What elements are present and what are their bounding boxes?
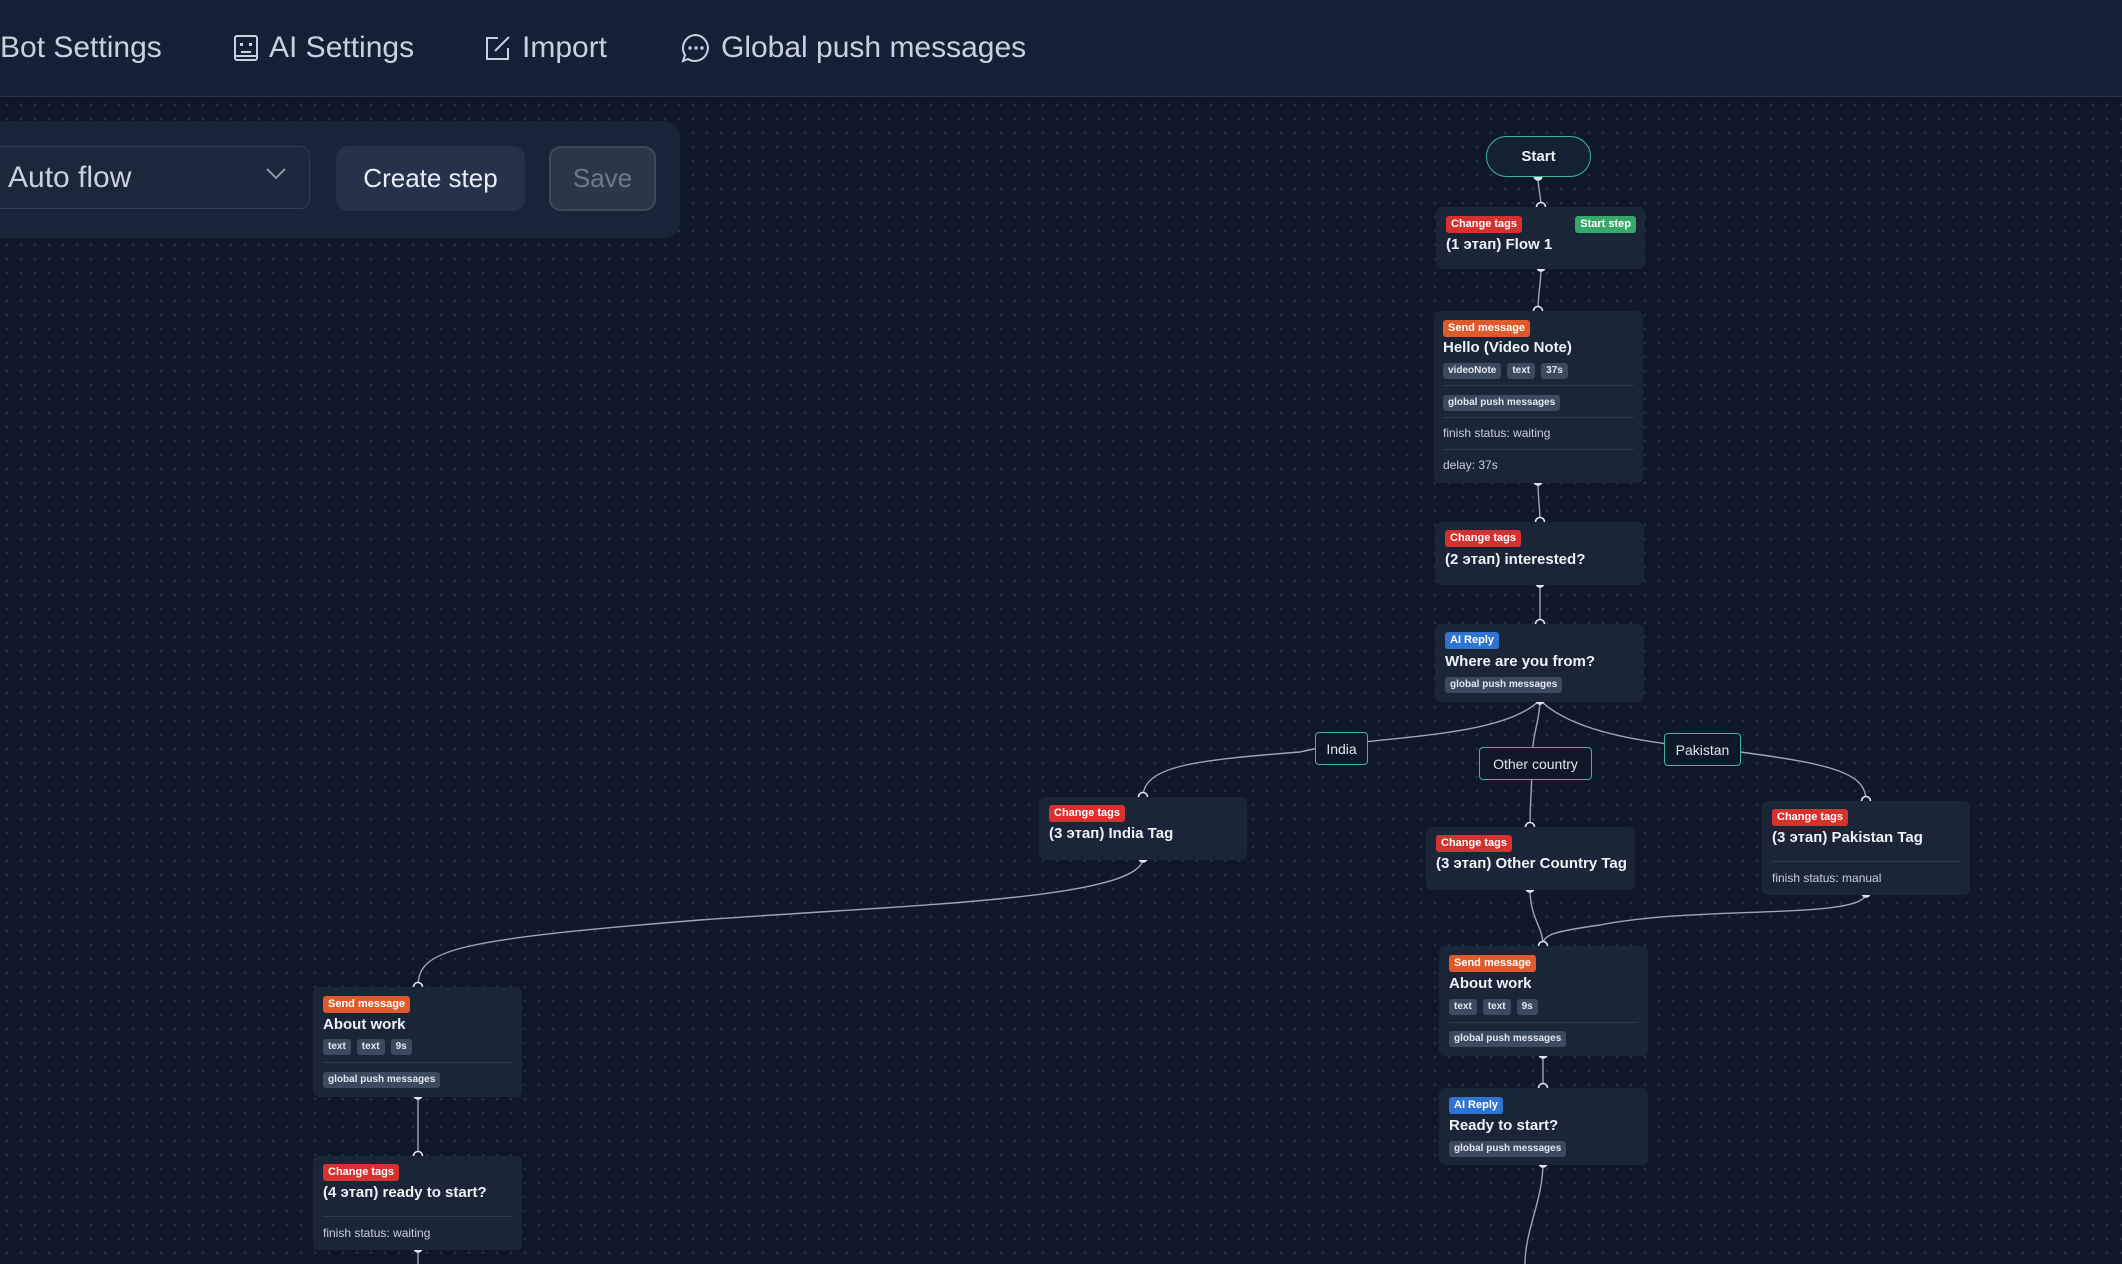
ai-reply-badge: AI Reply	[1449, 1097, 1504, 1114]
edge-label-india[interactable]: India	[1315, 732, 1368, 765]
step-title: About work	[1449, 975, 1532, 992]
global-push-tag: global push messages	[1449, 1031, 1567, 1047]
divider	[1443, 449, 1634, 450]
send-message-badge: Send message	[323, 996, 411, 1013]
step-node-about-work-left[interactable]: Send message About work text text 9s glo…	[313, 987, 522, 1097]
chip: text	[1482, 999, 1511, 1015]
change-tags-badge: Change tags	[1436, 835, 1513, 852]
global-push-tag: global push messages	[1449, 1141, 1567, 1157]
content-chips: videoNote text 37s	[1443, 363, 1568, 379]
edge-readyright-next	[1524, 1162, 1544, 1264]
step-title: Hello (Video Note)	[1443, 339, 1572, 356]
step-title: (3 этап) India Tag	[1049, 825, 1174, 842]
finish-status: finish status: waiting	[1443, 426, 1551, 440]
start-step-badge: Start step	[1575, 216, 1636, 233]
divider	[1449, 1022, 1638, 1023]
finish-status: finish status: waiting	[323, 1226, 431, 1240]
step-node-other-country-tag[interactable]: Change tags (3 этап) Other Country Tag	[1426, 827, 1635, 890]
step-title: (3 этап) Other Country Tag	[1436, 855, 1627, 872]
edge-flow1-hello	[1537, 266, 1542, 312]
step-title: (4 этап) ready to start?	[323, 1184, 487, 1201]
change-tags-badge: Change tags	[1772, 809, 1849, 826]
step-node-ready-to-start-right[interactable]: AI Reply Ready to start? global push mes…	[1439, 1088, 1648, 1165]
step-node-flow1[interactable]: Change tags Start step (1 этап) Flow 1	[1436, 207, 1645, 269]
divider	[323, 1062, 512, 1063]
divider	[1772, 861, 1960, 862]
finish-status: finish status: manual	[1772, 871, 1882, 885]
delay-text: delay: 37s	[1443, 458, 1498, 472]
global-push-tag: global push messages	[323, 1072, 441, 1088]
step-title: Ready to start?	[1449, 1117, 1559, 1134]
edge-other-aboutright	[1529, 887, 1544, 947]
step-title: (1 этап) Flow 1	[1446, 236, 1553, 253]
step-node-interested[interactable]: Change tags (2 этап) interested?	[1435, 522, 1644, 585]
divider	[1443, 385, 1634, 386]
chip: text	[356, 1039, 385, 1055]
step-node-ready-to-start-left[interactable]: Change tags (4 этап) ready to start? fin…	[313, 1156, 522, 1250]
change-tags-badge: Change tags	[1446, 216, 1523, 233]
chip: text	[1507, 363, 1536, 379]
edge-label-pakistan[interactable]: Pakistan	[1664, 733, 1741, 766]
global-push-tag: global push messages	[1443, 395, 1561, 411]
step-title: (3 этап) Pakistan Tag	[1772, 829, 1923, 846]
chip: text	[1449, 999, 1477, 1015]
send-message-badge: Send message	[1449, 955, 1537, 972]
edge-hello-interested	[1537, 480, 1541, 523]
global-push-tag: global push messages	[1445, 677, 1563, 693]
edge-india-aboutleft	[417, 857, 1144, 988]
start-node[interactable]: Start	[1486, 136, 1591, 177]
step-node-pakistan-tag[interactable]: Change tags (3 этап) Pakistan Tag finish…	[1762, 801, 1970, 895]
edge-label-other-country[interactable]: Other country	[1479, 747, 1592, 780]
step-title: (2 этап) interested?	[1445, 551, 1586, 568]
change-tags-badge: Change tags	[1049, 805, 1126, 822]
chip: text	[323, 1039, 351, 1055]
edge-pakistan-aboutright	[1542, 892, 1867, 947]
step-node-hello[interactable]: Send message Hello (Video Note) videoNot…	[1434, 311, 1643, 483]
step-title: Where are you from?	[1445, 653, 1596, 670]
chip: 9s	[390, 1039, 412, 1055]
step-node-india-tag[interactable]: Change tags (3 этап) India Tag	[1039, 797, 1247, 860]
change-tags-badge: Change tags	[1445, 530, 1522, 547]
send-message-badge: Send message	[1443, 320, 1531, 337]
step-node-about-work-right[interactable]: Send message About work text text 9s glo…	[1439, 946, 1648, 1056]
chip: videoNote	[1443, 363, 1502, 379]
divider	[1443, 417, 1634, 418]
step-title: About work	[323, 1016, 406, 1033]
chip: 37s	[1541, 363, 1568, 379]
divider	[323, 1216, 512, 1217]
change-tags-badge: Change tags	[323, 1164, 400, 1181]
chip: 9s	[1516, 999, 1538, 1015]
ai-reply-badge: AI Reply	[1445, 632, 1500, 649]
step-node-where-from[interactable]: AI Reply Where are you from? global push…	[1435, 624, 1644, 702]
